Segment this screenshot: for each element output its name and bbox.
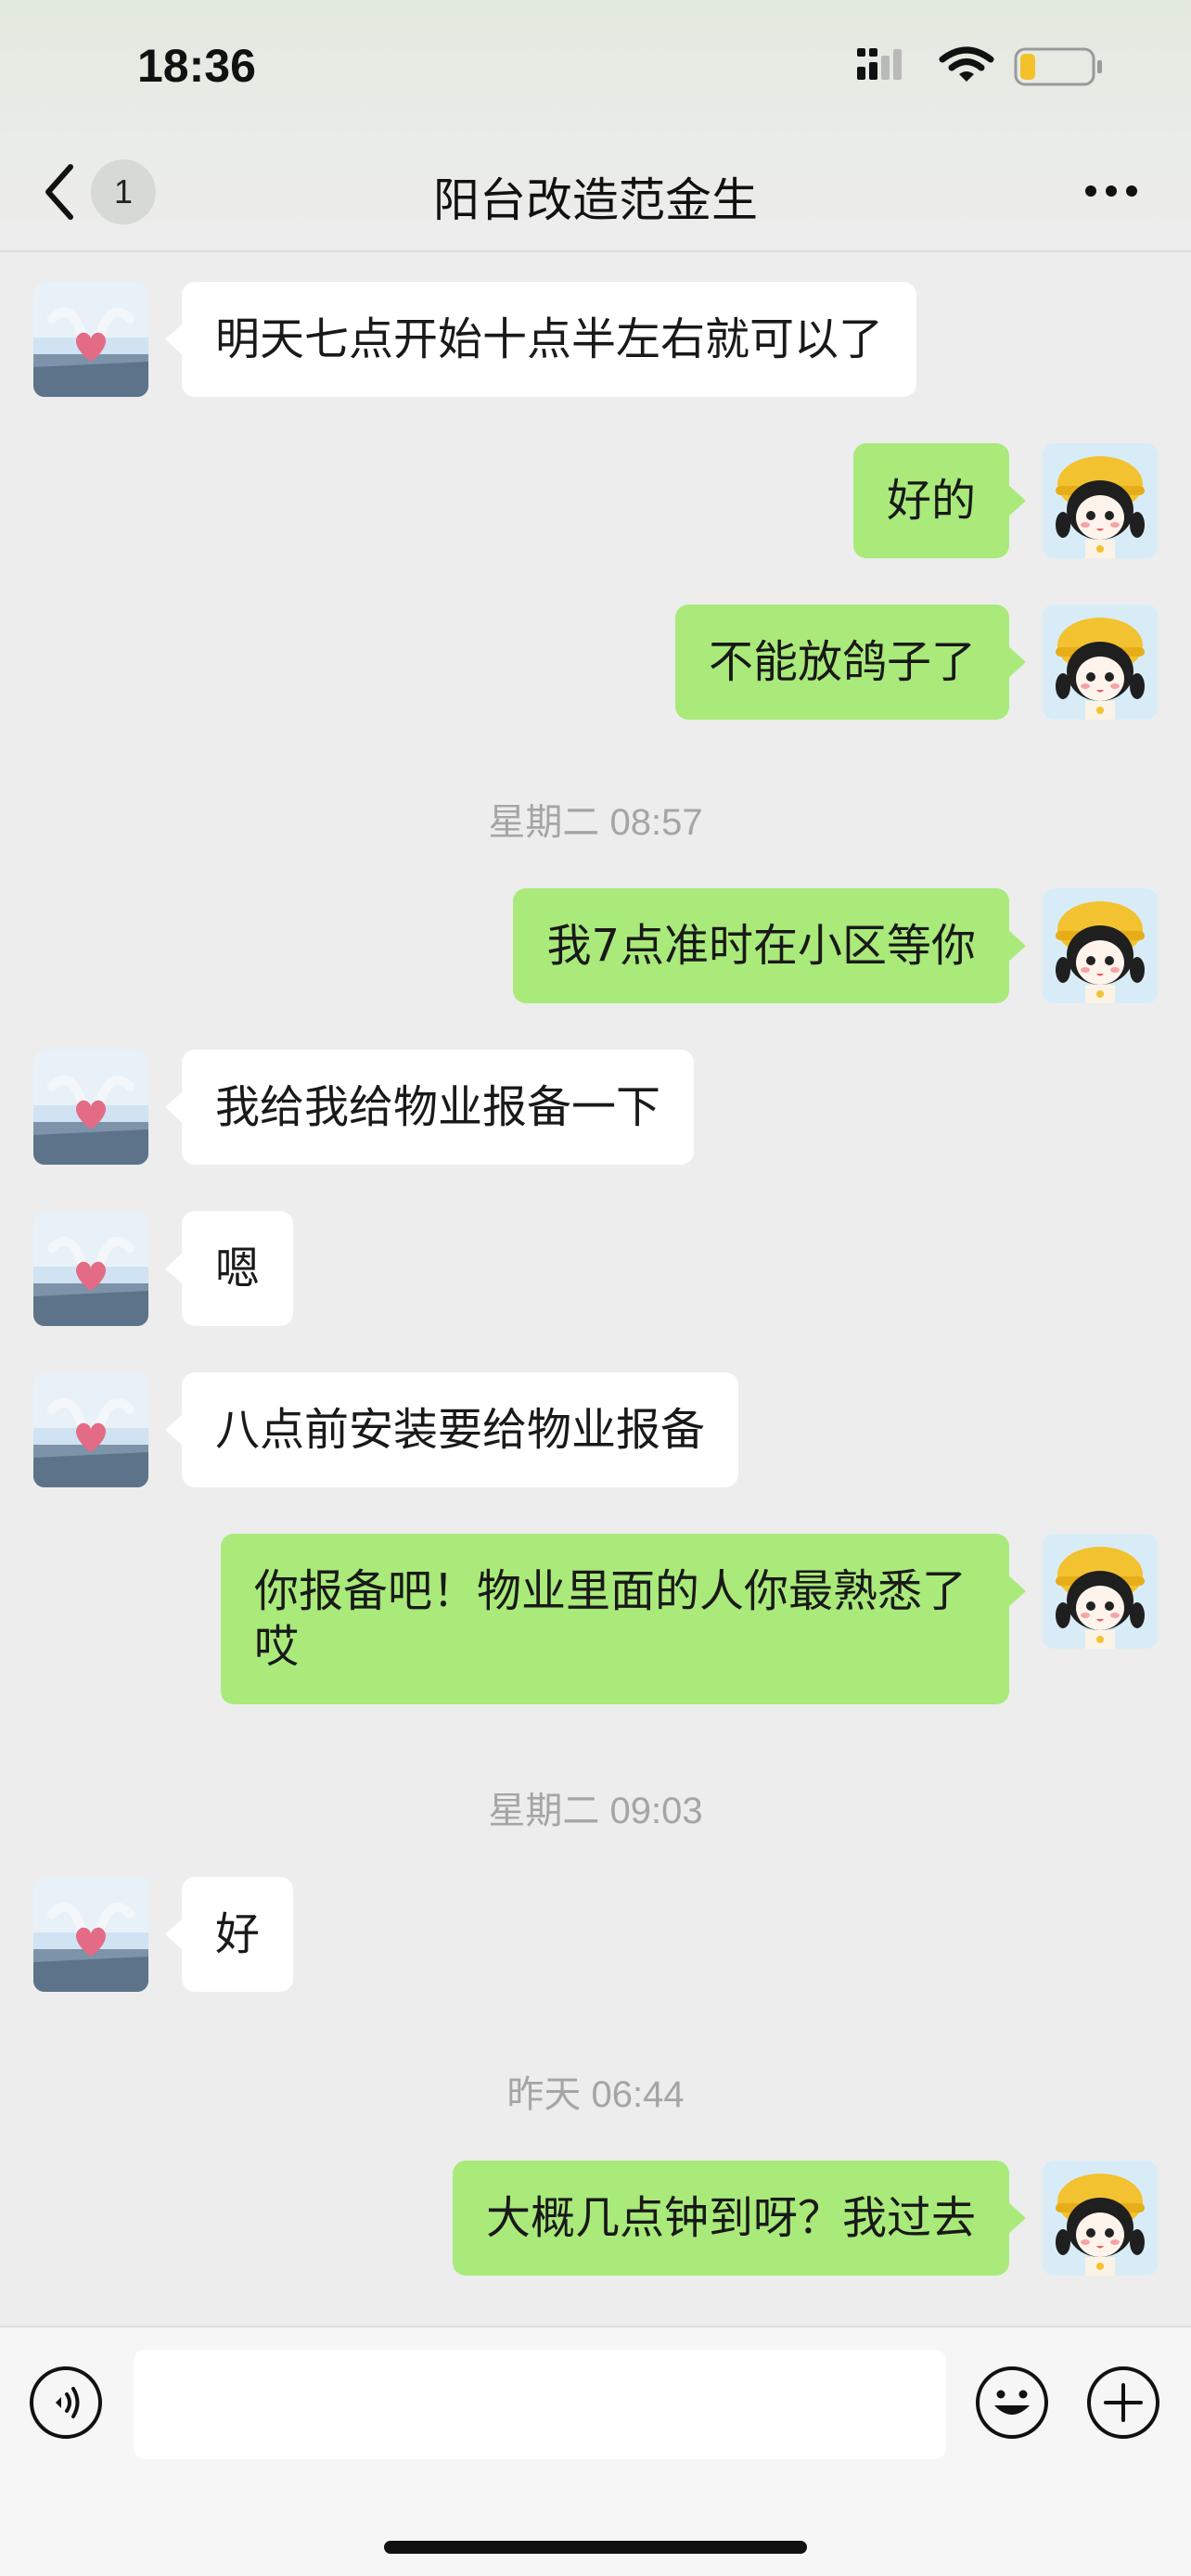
message-bubble[interactable]: 我给我给物业报备一下 <box>164 1050 695 1165</box>
my-avatar[interactable] <box>1043 888 1158 1003</box>
contact-avatar[interactable] <box>33 1372 148 1487</box>
wifi-icon <box>939 46 994 82</box>
message-bubble[interactable]: 我7点准时在小区等你 <box>513 888 1026 1003</box>
more-icon[interactable] <box>1083 180 1139 202</box>
home-indicator[interactable] <box>384 2541 807 2554</box>
voice-icon[interactable] <box>28 2365 104 2441</box>
timestamp: 昨天 06:44 <box>506 2074 685 2115</box>
message-bubble[interactable]: 八点前安装要给物业报备 <box>164 1372 739 1487</box>
timestamp: 星期二 09:03 <box>488 1791 703 1831</box>
my-avatar[interactable] <box>1043 443 1158 558</box>
message-bubble[interactable]: 明天七点开始十点半左右就可以了 <box>164 282 917 397</box>
my-avatar[interactable] <box>1043 1534 1158 1649</box>
message-bubble[interactable]: 不能放鸽子了 <box>674 605 1027 720</box>
message-bubble[interactable]: 嗯 <box>164 1211 294 1326</box>
contact-avatar[interactable] <box>33 1050 148 1165</box>
contact-avatar[interactable] <box>33 1877 148 1992</box>
battery-icon <box>1014 47 1102 86</box>
message-input[interactable] <box>134 2350 946 2459</box>
top-bar: 18:36 1 阳台改造范金生 <box>0 0 1191 252</box>
my-avatar[interactable] <box>1043 2161 1158 2276</box>
input-bar <box>0 2326 1191 2576</box>
status-time: 18:36 <box>137 40 256 92</box>
chat-title: 阳台改造范金生 <box>433 173 758 227</box>
message-bubble[interactable]: 你报备吧！物业里面的人你最熟悉了哎 <box>221 1534 1026 1704</box>
plus-icon[interactable] <box>1085 2365 1161 2441</box>
contact-avatar[interactable] <box>33 1211 148 1326</box>
my-avatar[interactable] <box>1043 605 1158 720</box>
message-bubble[interactable]: 好 <box>164 1877 294 1992</box>
message-bubble[interactable]: 大概几点钟到呀？我过去 <box>452 2161 1027 2276</box>
emoji-icon[interactable] <box>974 2365 1050 2441</box>
message-bubble[interactable]: 好的 <box>852 443 1027 558</box>
status-icons <box>857 46 1102 86</box>
contact-avatar[interactable] <box>33 282 148 397</box>
signal-icon <box>857 48 902 80</box>
timestamp: 星期二 08:57 <box>488 802 703 843</box>
